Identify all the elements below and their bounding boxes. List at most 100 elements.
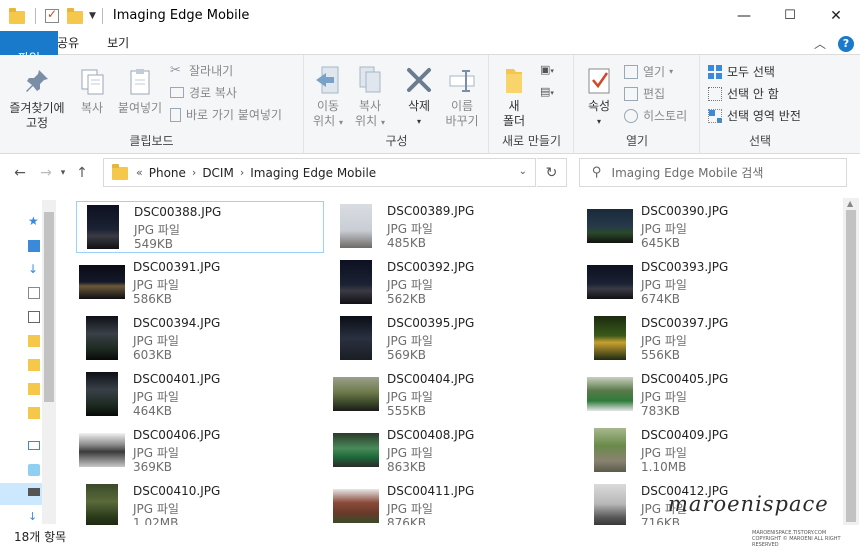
quick-access-dropdown-icon[interactable]: ▼ (89, 11, 96, 21)
folder-icon[interactable] (28, 359, 40, 371)
edit-button[interactable]: 편집 (624, 85, 665, 102)
phone-icon[interactable] (28, 488, 40, 496)
file-item[interactable]: DSC00395.JPG JPG 파일 569KB (330, 313, 578, 365)
photo-thumbnail (86, 484, 118, 525)
history-button[interactable]: 히스토리 (624, 107, 687, 124)
file-type: JPG 파일 (641, 222, 687, 236)
paste-shortcut-button[interactable]: 바로 가기 붙여넣기 (170, 106, 282, 123)
file-item[interactable]: DSC00411.JPG JPG 파일 876KB (330, 481, 578, 525)
recent-locations-icon[interactable]: ▾ (57, 168, 69, 178)
file-thumbnail (76, 428, 128, 472)
file-item[interactable]: DSC00404.JPG JPG 파일 555KB (330, 369, 578, 421)
copy-button[interactable]: 복사 (74, 67, 110, 116)
file-item[interactable]: DSC00389.JPG JPG 파일 485KB (330, 201, 578, 253)
file-item[interactable]: DSC00390.JPG JPG 파일 645KB (584, 201, 832, 253)
documents-icon[interactable] (28, 287, 40, 299)
pictures-icon[interactable] (28, 311, 40, 323)
folder-icon (112, 163, 128, 180)
file-type: JPG 파일 (387, 502, 433, 516)
collapse-ribbon-icon[interactable]: ︿ (814, 35, 826, 52)
breadcrumb-imaging-edge-mobile[interactable]: Imaging Edge Mobile (250, 166, 376, 180)
delete-button[interactable]: 삭제 ▾ (399, 65, 439, 129)
invert-selection-button[interactable]: 선택 영역 반전 (708, 107, 801, 124)
new-folder-button[interactable]: 새 폴더 (496, 65, 532, 129)
pin-to-quick-access-button[interactable]: 즐겨찾기에 고정 (4, 67, 70, 131)
easy-access-icon[interactable]: ▤▾ (540, 85, 554, 98)
scroll-up-icon[interactable]: ▲ (847, 199, 853, 208)
open-button[interactable]: 열기 ▾ (624, 63, 673, 80)
breadcrumb-phone[interactable]: Phone (149, 166, 186, 180)
select-none-button[interactable]: 선택 안 함 (708, 85, 779, 102)
this-pc-icon[interactable] (28, 441, 40, 450)
properties-dropdown-icon[interactable]: ▾ (579, 114, 619, 129)
file-size: 603KB (133, 348, 173, 362)
file-item[interactable]: DSC00408.JPG JPG 파일 863KB (330, 425, 578, 477)
file-size: 876KB (387, 516, 427, 525)
select-all-button[interactable]: 모두 선택 (708, 63, 775, 80)
help-icon[interactable]: ? (838, 35, 854, 52)
rename-label-2: 바꾸기 (445, 114, 479, 128)
forward-arrow-icon[interactable]: → (35, 165, 57, 181)
refresh-icon: ↻ (545, 164, 558, 181)
delete-dropdown-icon[interactable]: ▾ (399, 114, 439, 129)
ribbon: 즐겨찾기에 고정 복사 붙여넣기 ✂ 잘라내기 경로 복사 바로 가기 붙여넣기 (0, 55, 860, 154)
file-item[interactable]: DSC00388.JPG JPG 파일 549KB (76, 201, 324, 253)
file-item[interactable]: DSC00392.JPG JPG 파일 562KB (330, 257, 578, 309)
photo-thumbnail (79, 433, 125, 467)
chevron-right-icon[interactable]: › (240, 166, 244, 179)
new-item-icon[interactable]: ▣▾ (540, 63, 554, 76)
file-item[interactable]: DSC00397.JPG JPG 파일 556KB (584, 313, 832, 365)
folder-icon[interactable] (28, 335, 40, 347)
file-type: JPG 파일 (387, 222, 433, 236)
file-item[interactable]: DSC00405.JPG JPG 파일 783KB (584, 369, 832, 421)
maximize-button[interactable]: ☐ (767, 0, 813, 31)
properties-label: 속성 (587, 99, 611, 113)
rename-label-1: 이름 (450, 99, 474, 113)
address-dropdown-icon[interactable]: ⌄ (519, 166, 527, 177)
file-size: 586KB (133, 292, 173, 306)
copy-path-button[interactable]: 경로 복사 (170, 84, 237, 101)
close-button[interactable]: ✕ (813, 0, 859, 31)
file-scrollbar[interactable]: ▲ (843, 198, 859, 525)
move-to-button[interactable]: 이동 위치 ▾ (309, 65, 347, 130)
downloads-icon[interactable]: ↓ (28, 263, 40, 275)
copy-to-button[interactable]: 복사 위치 ▾ (351, 65, 389, 130)
new-group-label: 새로 만들기 (501, 134, 561, 148)
tab-view[interactable]: 보기 (93, 31, 143, 54)
refresh-button[interactable]: ↻ (537, 158, 567, 187)
file-item[interactable]: DSC00401.JPG JPG 파일 464KB (76, 369, 324, 421)
downloads-icon[interactable]: ↓ (28, 511, 40, 523)
folder-icon[interactable] (28, 383, 40, 395)
search-input[interactable]: ⚲ Imaging Edge Mobile 검색 (579, 158, 847, 187)
3d-objects-icon[interactable] (28, 464, 40, 476)
chevron-right-icon[interactable]: › (192, 166, 196, 179)
address-overflow[interactable]: « (136, 166, 143, 179)
new-folder-quick-icon[interactable] (67, 7, 83, 24)
cut-button[interactable]: ✂ 잘라내기 (170, 62, 233, 79)
file-item[interactable]: DSC00394.JPG JPG 파일 603KB (76, 313, 324, 365)
breadcrumb-dcim[interactable]: DCIM (202, 166, 234, 180)
file-item[interactable]: DSC00406.JPG JPG 파일 369KB (76, 425, 324, 477)
file-item[interactable]: DSC00409.JPG JPG 파일 1.10MB (584, 425, 832, 477)
file-item[interactable]: DSC00393.JPG JPG 파일 674KB (584, 257, 832, 309)
desktop-icon[interactable] (28, 240, 40, 252)
cut-label: 잘라내기 (189, 64, 234, 78)
file-item[interactable]: DSC00391.JPG JPG 파일 586KB (76, 257, 324, 309)
nav-scrollbar-thumb[interactable] (44, 212, 54, 402)
paste-button[interactable]: 붙여넣기 (114, 67, 166, 116)
back-arrow-icon[interactable]: ← (9, 165, 31, 181)
minimize-button[interactable]: — (721, 0, 767, 31)
file-item[interactable]: DSC00410.JPG JPG 파일 1.02MB (76, 481, 324, 525)
quick-access-star-icon[interactable]: ★ (28, 215, 40, 227)
file-scrollbar-thumb[interactable] (846, 210, 856, 522)
rename-button[interactable]: 이름 바꾸기 (441, 65, 483, 129)
properties-button[interactable]: 속성 ▾ (579, 65, 619, 129)
properties-quick-icon[interactable] (45, 7, 59, 23)
search-placeholder: Imaging Edge Mobile 검색 (611, 166, 764, 180)
copy-to-icon (356, 65, 384, 95)
file-size: 863KB (387, 460, 427, 474)
up-arrow-icon[interactable]: ↑ (71, 165, 93, 181)
select-group: 모두 선택 선택 안 함 선택 영역 반전 선택 (701, 55, 819, 154)
folder-icon[interactable] (28, 407, 40, 419)
address-bar[interactable]: « Phone › DCIM › Imaging Edge Mobile ⌄ (103, 158, 536, 187)
